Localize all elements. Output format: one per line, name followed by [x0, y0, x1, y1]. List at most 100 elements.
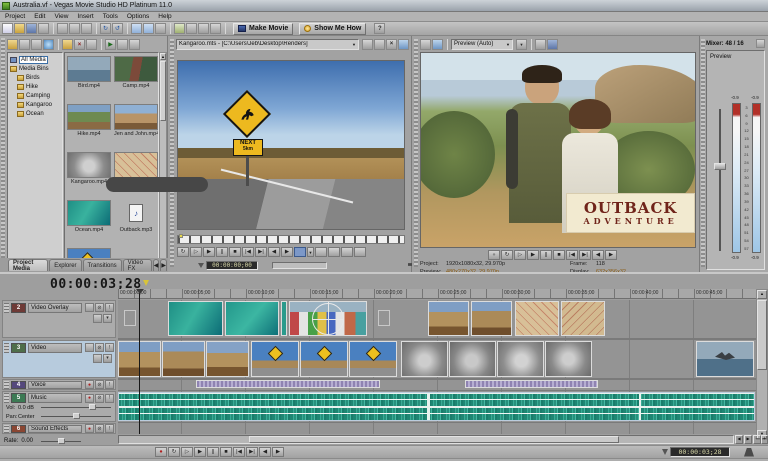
tree-item-hike[interactable]: Hike [10, 82, 62, 91]
volume-slider[interactable] [41, 407, 111, 408]
track-mute-icon[interactable]: ⊘ [95, 303, 104, 312]
track-drag-handle[interactable] [4, 303, 9, 313]
pause-button[interactable]: || [216, 247, 228, 257]
track-motion-blur-icon[interactable] [85, 343, 94, 352]
track-drag-handle[interactable] [4, 425, 9, 433]
help-icon[interactable]: ? [374, 23, 385, 34]
clip-ocean-3[interactable] [281, 301, 287, 336]
track-mute-icon[interactable]: ⊘ [95, 394, 104, 403]
stop-button[interactable]: ■ [229, 247, 241, 257]
clip-voice-1[interactable] [196, 380, 380, 388]
menu-project[interactable]: Project [5, 13, 25, 20]
preview-fader-handle[interactable] [714, 163, 726, 170]
clip-couple-3[interactable] [206, 341, 249, 377]
metronome-icon[interactable] [744, 448, 754, 457]
timeline-v-scrollbar[interactable]: ▲ ▼ [756, 289, 768, 440]
volume-slider-handle[interactable] [89, 404, 96, 410]
trimmer-open-icon[interactable] [374, 39, 385, 50]
select-region-button[interactable] [341, 247, 353, 257]
record-button[interactable]: ● [155, 447, 167, 457]
go-to-end-button[interactable]: ▶| [246, 447, 258, 457]
scrollbar-thumb[interactable] [757, 300, 767, 370]
clip-kangaroo-gray-1[interactable] [401, 341, 448, 377]
clip-couple-a2[interactable] [471, 301, 512, 336]
track-header-sound-effects[interactable]: 6 Sound Effects ● ⊘ ! [2, 423, 116, 434]
track-name-field[interactable]: Music [28, 393, 82, 403]
pause-button[interactable]: || [540, 250, 552, 260]
next-frame-button[interactable]: ▶ [605, 250, 617, 260]
tab-scroll-left[interactable]: ◀ [153, 259, 160, 271]
project-properties-icon[interactable] [38, 23, 49, 34]
zoom-out-button[interactable]: − [753, 435, 761, 444]
pan-slider[interactable] [41, 416, 111, 417]
tab-transitions[interactable]: Transitions [83, 259, 122, 271]
clip-kangaroo-gray-4[interactable] [545, 341, 592, 377]
clip-voice-2[interactable] [465, 380, 598, 388]
paste-icon[interactable] [81, 23, 92, 34]
envelope-edit-tool-icon[interactable] [198, 23, 209, 34]
preview-grip[interactable] [414, 39, 418, 267]
add-media-marker-button[interactable] [315, 247, 327, 257]
scrollbar-thumb[interactable] [160, 61, 166, 121]
track-header-video[interactable]: 3 Video ⊘ ! ▾ [2, 340, 116, 378]
make-movie-button[interactable]: Make Movie [233, 23, 293, 35]
media-item-bird[interactable]: Bird.mp4 [67, 56, 111, 89]
lock-envelopes-icon[interactable] [155, 23, 166, 34]
track-solo-icon[interactable]: ! [105, 303, 114, 312]
rate-slider[interactable] [41, 441, 81, 442]
loop-playback-button[interactable]: ↻ [168, 447, 180, 457]
track-mute-icon[interactable]: ⊘ [95, 343, 104, 352]
menu-edit[interactable]: Edit [34, 13, 45, 20]
track-mute-icon[interactable]: ⊘ [95, 380, 104, 389]
go-to-end-button[interactable]: ▶| [255, 247, 267, 257]
clip-kangaroo-sign-3[interactable] [349, 341, 397, 377]
clip-kangaroo-sign-1[interactable] [251, 341, 299, 377]
compositing-mode-icon[interactable] [93, 314, 102, 323]
rate-slider-handle[interactable] [58, 438, 65, 444]
extract-audio-icon[interactable] [31, 39, 42, 50]
pause-button[interactable]: || [207, 447, 219, 457]
transport-timecode-display[interactable]: 00:00:03;28 [670, 447, 730, 457]
clip-ocean-1[interactable] [168, 301, 223, 336]
trimmer-selection-bar[interactable] [272, 262, 327, 269]
media-item-ocean[interactable]: Ocean.mp4 [67, 200, 111, 233]
record-arm-icon[interactable]: ● [85, 424, 94, 433]
save-snapshot-icon[interactable] [547, 39, 558, 50]
overlays-dropdown-icon[interactable]: ▼ [516, 39, 527, 50]
track-fx-icon[interactable]: ▾ [103, 354, 112, 363]
open-project-icon[interactable] [14, 23, 25, 34]
selection-edit-tool-icon[interactable] [210, 23, 221, 34]
ignore-grouping-icon[interactable] [174, 23, 185, 34]
menu-insert[interactable]: Insert [77, 13, 93, 20]
undo-icon[interactable]: ↻ [100, 23, 111, 34]
h-scroll-right-arrow[interactable]: ▶ [744, 435, 752, 444]
mixer-grip[interactable] [701, 39, 705, 267]
menu-options[interactable]: Options [127, 13, 149, 20]
new-project-icon[interactable] [2, 23, 13, 34]
tree-item-all-media[interactable]: All Media [10, 55, 62, 64]
media-item-jen-and-john[interactable]: Jen and John.mp4 [114, 104, 158, 137]
vu-meter-left[interactable] [732, 103, 741, 253]
track-mute-icon[interactable]: ⊘ [95, 424, 104, 433]
media-fx-icon[interactable] [129, 39, 140, 50]
trimmer-timeline-strip[interactable] [177, 235, 405, 244]
title-bar[interactable]: Australia.vf - Vegas Movie Studio HD Pla… [0, 0, 768, 12]
track-name-field[interactable]: Video [28, 343, 82, 353]
clip-kangaroo-sign-2[interactable] [300, 341, 348, 377]
go-to-start-button[interactable]: |◀ [233, 447, 245, 457]
play-from-start-button[interactable]: ▷ [190, 247, 202, 257]
timeline-ruler[interactable]: 00:00:00;00 00:00:05;00 00:00:10;00 00:0… [118, 289, 756, 299]
show-me-how-button[interactable]: Show Me How [299, 23, 366, 35]
trimmer-settings-button[interactable] [354, 247, 366, 257]
media-item-camp[interactable]: Camp.mp4 [114, 56, 158, 89]
clip-map-1[interactable] [515, 301, 559, 336]
track-name-field[interactable]: Video Overlay [28, 303, 82, 313]
dropdown-arrow-icon[interactable]: ▼ [506, 42, 510, 47]
menu-help[interactable]: Help [158, 13, 171, 20]
timeline-h-scrollbar[interactable] [118, 435, 734, 444]
copy-icon[interactable] [69, 23, 80, 34]
marker-flag[interactable] [143, 280, 149, 286]
record-button[interactable]: ● [488, 250, 500, 260]
clip-kangaroo-gray-3[interactable] [497, 341, 544, 377]
media-item-hike[interactable]: Hike.mp4 [67, 104, 111, 137]
